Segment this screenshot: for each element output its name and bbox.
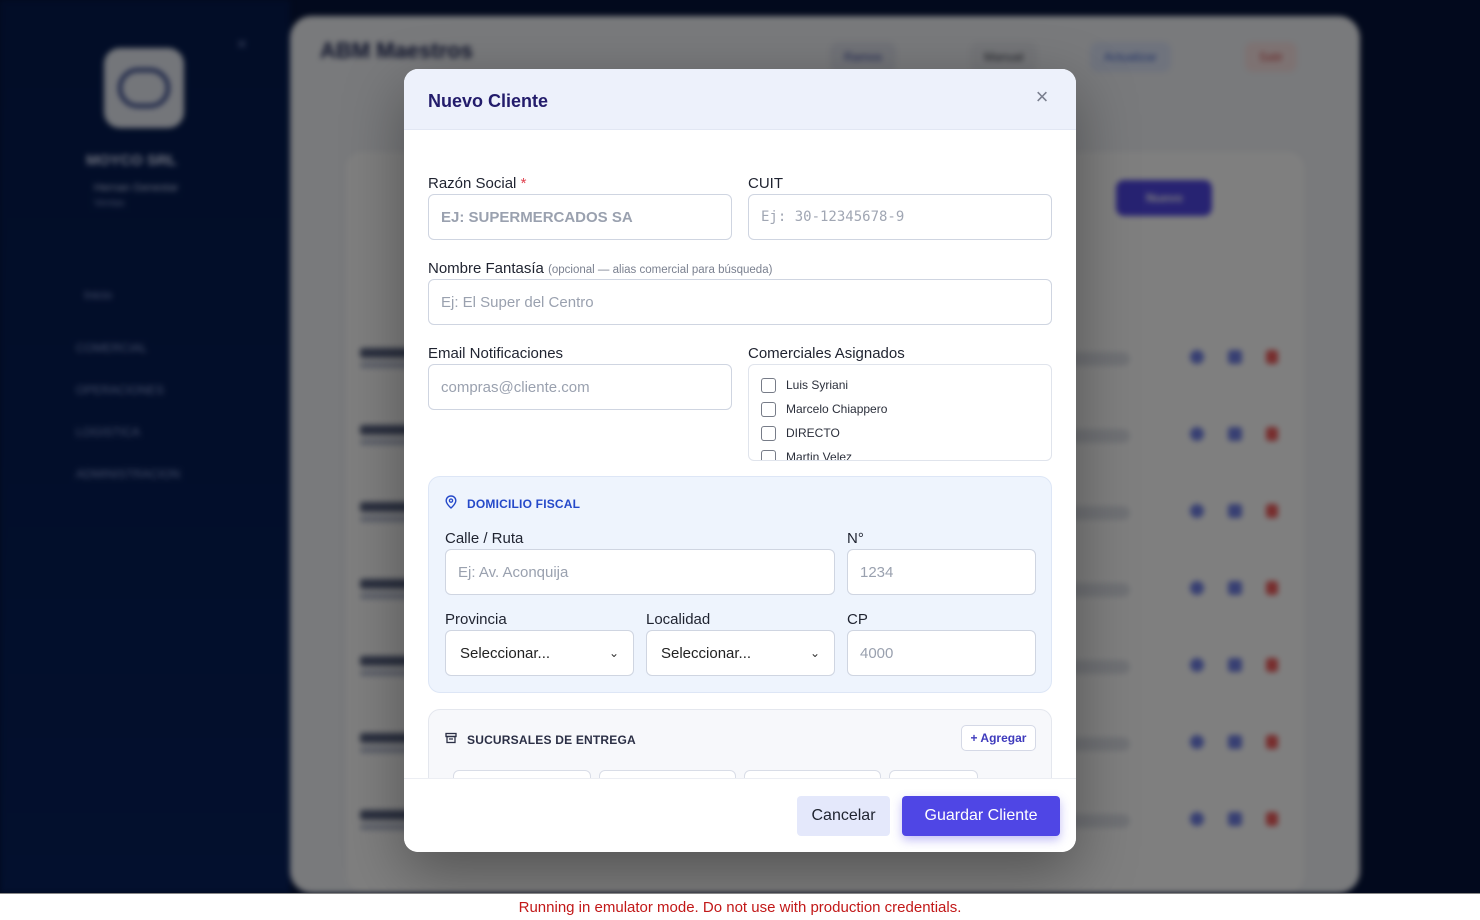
domicilio-fiscal-title: DOMICILIO FISCAL	[445, 495, 580, 512]
cp-label: CP	[847, 611, 868, 628]
comerciales-label: Comerciales Asignados	[748, 345, 905, 362]
email-input[interactable]	[428, 364, 732, 410]
provincia-label: Provincia	[445, 611, 507, 628]
razon-social-input[interactable]	[428, 194, 732, 240]
comercial-option[interactable]: DIRECTO	[761, 424, 840, 442]
provincia-select[interactable]: Seleccionar... ⌄	[445, 630, 634, 676]
nombre-fantasia-hint: (opcional — alias comercial para búsqued…	[548, 264, 773, 276]
nombre-fantasia-label: Nombre Fantasía (opcional — alias comerc…	[428, 260, 772, 277]
comercial-option[interactable]: Luis Syriani	[761, 376, 848, 394]
sucursales-title: SUCURSALES DE ENTREGA	[445, 732, 636, 747]
checkbox[interactable]	[761, 449, 776, 460]
chevron-down-icon: ⌄	[608, 646, 619, 660]
save-client-button[interactable]: Guardar Cliente	[902, 796, 1060, 836]
comercial-option[interactable]: Martin Velez	[761, 448, 852, 460]
required-mark: *	[520, 175, 527, 192]
numero-input[interactable]	[847, 549, 1036, 595]
add-sucursal-button[interactable]: + Agregar	[961, 725, 1036, 751]
map-pin-icon	[445, 495, 457, 512]
checkbox[interactable]	[761, 425, 776, 441]
localidad-label: Localidad	[646, 611, 711, 628]
domicilio-fiscal-section: DOMICILIO FISCAL Calle / Ruta N° Provinc…	[428, 476, 1052, 693]
store-icon	[445, 732, 457, 747]
localidad-select[interactable]: Seleccionar... ⌄	[646, 630, 835, 676]
checkbox[interactable]	[761, 377, 776, 393]
comerciales-list[interactable]: Luis Syriani Marcelo Chiappero DIRECTO M…	[748, 364, 1052, 461]
nombre-fantasia-input[interactable]	[428, 279, 1052, 325]
cuit-input[interactable]	[748, 194, 1052, 240]
razon-social-label: Razón Social *	[428, 175, 526, 192]
calle-label: Calle / Ruta	[445, 530, 524, 547]
emulator-notice: Running in emulator mode. Do not use wit…	[0, 893, 1480, 920]
calle-input[interactable]	[445, 549, 835, 595]
razon-social-label-text: Razón Social	[428, 175, 517, 192]
nombre-fantasia-label-text: Nombre Fantasía	[428, 260, 544, 277]
cuit-label: CUIT	[748, 175, 783, 192]
close-icon[interactable]: ×	[1030, 85, 1054, 109]
chevron-down-icon: ⌄	[809, 646, 820, 660]
cancel-button[interactable]: Cancelar	[797, 796, 890, 836]
new-client-modal: Nuevo Cliente × Razón Social * CUIT Nomb…	[404, 69, 1076, 852]
modal-header: Nuevo Cliente ×	[404, 69, 1076, 130]
modal-title: Nuevo Cliente	[428, 91, 549, 111]
checkbox[interactable]	[761, 401, 776, 417]
modal-footer: Cancelar Guardar Cliente	[404, 778, 1076, 852]
cp-input[interactable]	[847, 630, 1036, 676]
email-label: Email Notificaciones	[428, 345, 564, 362]
numero-label: N°	[847, 530, 864, 547]
comercial-option[interactable]: Marcelo Chiappero	[761, 400, 887, 418]
